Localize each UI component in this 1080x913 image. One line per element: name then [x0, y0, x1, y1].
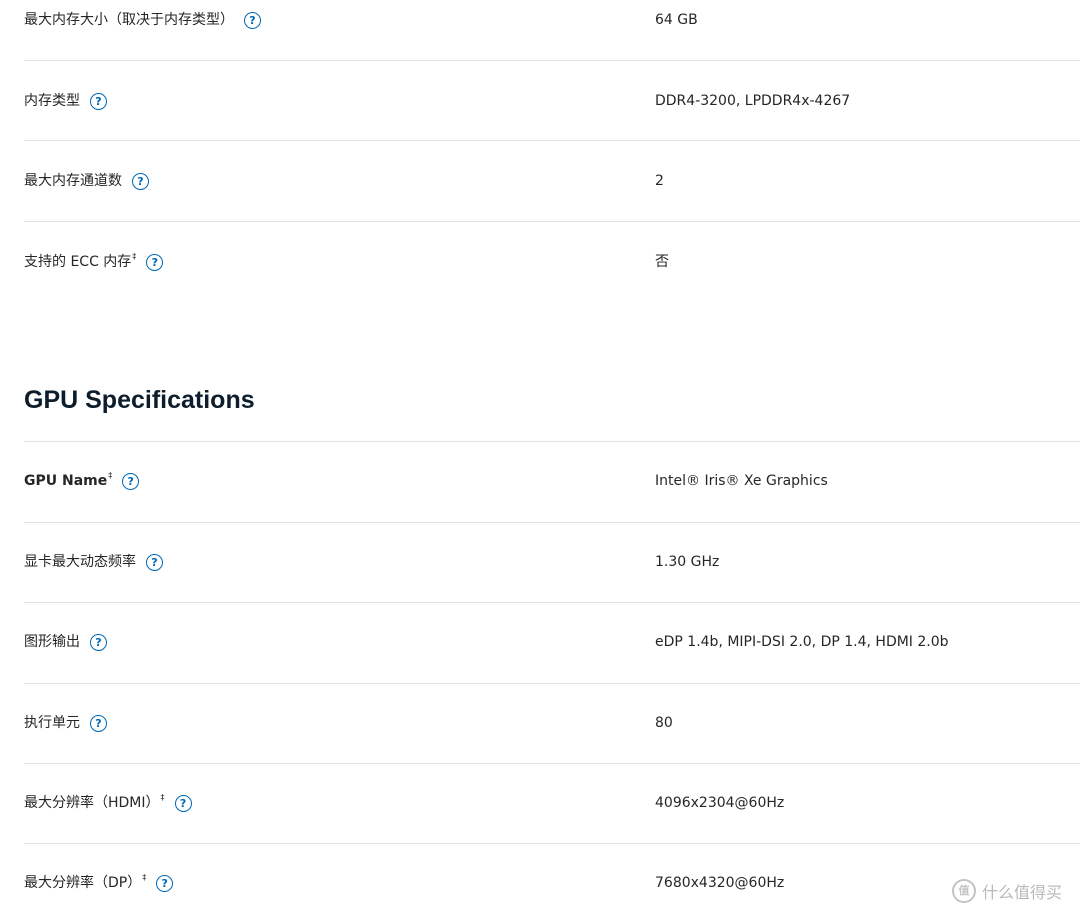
help-icon[interactable]: ?	[146, 553, 163, 571]
spec-value: 80	[655, 715, 673, 731]
row-divider	[24, 60, 1080, 61]
spec-label: 最大内存通道数 ?	[24, 171, 149, 191]
spec-value: 否	[655, 254, 669, 270]
spec-label: GPU Name ‡ ?	[24, 471, 140, 491]
watermark-logo-icon: 值	[952, 879, 976, 903]
row-divider	[24, 522, 1080, 523]
row-divider	[24, 683, 1080, 684]
spec-row-graphics-output: 图形输出 ? eDP 1.4b, MIPI-DSI 2.0, DP 1.4, H…	[24, 632, 1080, 652]
footnote-mark: ‡	[108, 471, 113, 480]
row-divider	[24, 843, 1080, 844]
spec-row-max-memory-size: 最大内存大小（取决于内存类型） ? 64 GB	[24, 10, 1080, 30]
help-icon[interactable]: ?	[90, 633, 107, 651]
row-divider	[24, 602, 1080, 603]
spec-label: 支持的 ECC 内存 ‡ ?	[24, 252, 164, 272]
spec-label: 最大分辨率（DP） ‡ ?	[24, 873, 174, 893]
watermark-text: 什么值得买	[982, 883, 1063, 902]
help-icon[interactable]: ?	[146, 253, 164, 271]
spec-label: 内存类型 ?	[24, 91, 107, 111]
spec-value: DDR4-3200, LPDDR4x-4267	[655, 93, 851, 109]
spec-label: 显卡最大动态频率 ?	[24, 552, 163, 572]
watermark: 值 什么值得买	[952, 878, 1062, 904]
help-icon[interactable]: ?	[90, 92, 107, 110]
spec-value: 7680x4320@60Hz	[655, 875, 785, 891]
footnote-mark: ‡	[160, 793, 165, 802]
spec-value: Intel® Iris® Xe Graphics	[655, 473, 828, 489]
row-divider	[24, 140, 1080, 141]
help-icon[interactable]: ?	[132, 172, 149, 190]
spec-value: 1.30 GHz	[655, 554, 720, 570]
section-divider	[24, 441, 1080, 442]
footnote-mark: ‡	[142, 873, 147, 882]
spec-label: 最大分辨率（HDMI） ‡ ?	[24, 793, 192, 813]
spec-row-memory-type: 内存类型 ? DDR4-3200, LPDDR4x-4267	[24, 91, 1080, 111]
help-icon[interactable]: ?	[244, 11, 261, 29]
spec-row-execution-units: 执行单元 ? 80	[24, 713, 1080, 733]
help-icon[interactable]: ?	[90, 714, 107, 732]
help-icon[interactable]: ?	[174, 794, 192, 812]
spec-row-max-memory-channels: 最大内存通道数 ? 2	[24, 171, 1080, 191]
spec-value: eDP 1.4b, MIPI-DSI 2.0, DP 1.4, HDMI 2.0…	[655, 634, 949, 650]
row-divider	[24, 763, 1080, 764]
spec-row-ecc-memory: 支持的 ECC 内存 ‡ ? 否	[24, 252, 1080, 272]
spec-value: 64 GB	[655, 12, 698, 28]
spec-row-gpu-max-frequency: 显卡最大动态频率 ? 1.30 GHz	[24, 552, 1080, 572]
spec-value: 4096x2304@60Hz	[655, 795, 785, 811]
spec-label: 执行单元 ?	[24, 713, 107, 733]
spec-label: 最大内存大小（取决于内存类型） ?	[24, 10, 261, 30]
help-icon[interactable]: ?	[156, 874, 174, 892]
spec-row-max-resolution-hdmi: 最大分辨率（HDMI） ‡ ? 4096x2304@60Hz	[24, 793, 1080, 813]
row-divider	[24, 221, 1080, 222]
spec-label: 图形输出 ?	[24, 632, 107, 652]
spec-row-gpu-name: GPU Name ‡ ? Intel® Iris® Xe Graphics	[24, 471, 1080, 491]
footnote-mark: ‡	[132, 252, 137, 261]
section-title-gpu: GPU Specifications	[24, 386, 255, 414]
help-icon[interactable]: ?	[122, 472, 140, 490]
spec-row-max-resolution-dp: 最大分辨率（DP） ‡ ? 7680x4320@60Hz	[24, 873, 1080, 893]
spec-value: 2	[655, 173, 664, 189]
